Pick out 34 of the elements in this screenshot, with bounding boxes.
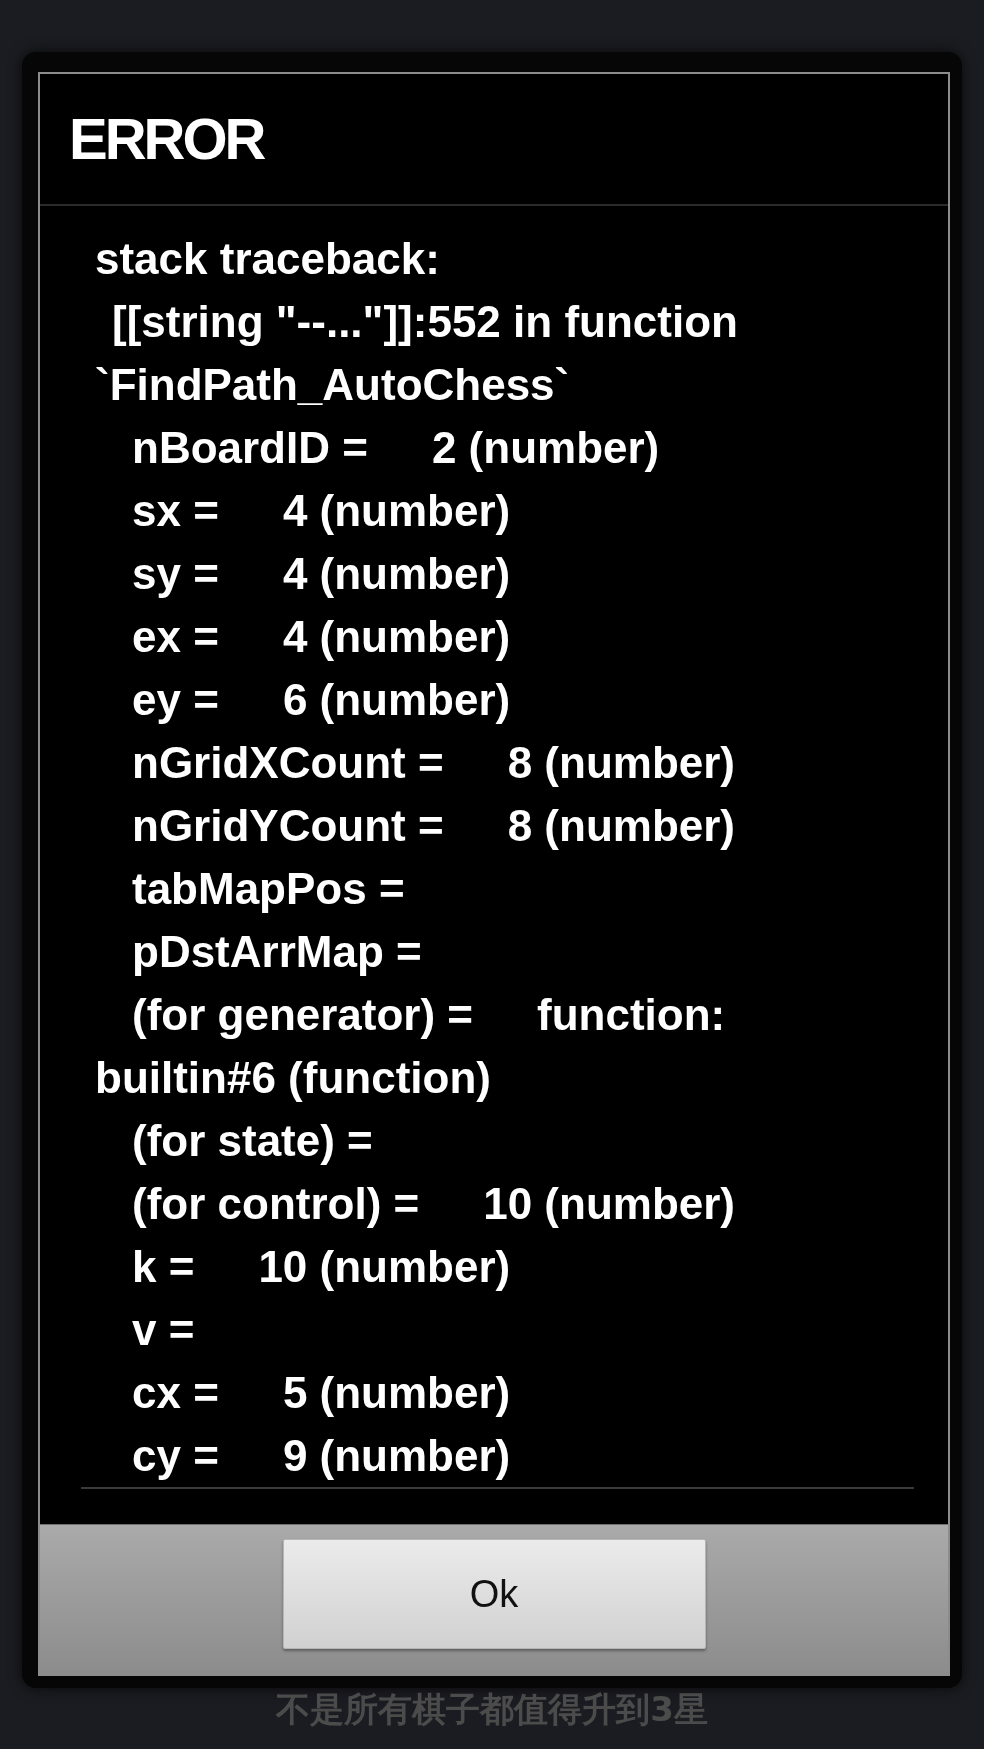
variable-name: (for generator) = <box>132 988 474 1041</box>
variable-name: pDstArrMap = <box>132 925 422 978</box>
variable-name: ex = <box>132 610 219 663</box>
ok-button[interactable]: Ok <box>282 1539 706 1649</box>
variable-value: 10 (number) <box>258 1240 511 1293</box>
variable-name: nBoardID = <box>132 421 368 474</box>
variable-value: 4 (number) <box>282 484 511 537</box>
traceback-line: `FindPath_AutoChess` <box>95 358 570 411</box>
variable-name: (for control) = <box>132 1177 420 1230</box>
variable-name: k = <box>132 1240 195 1293</box>
variable-name: ey = <box>132 673 219 726</box>
variable-value: 6 (number) <box>282 673 511 726</box>
traceback-line: builtin#6 (function) <box>95 1051 491 1104</box>
variable-name: cy = <box>132 1429 219 1482</box>
traceback-line: stack traceback: <box>95 232 440 285</box>
variable-name: v = <box>132 1303 195 1356</box>
variable-name: cx = <box>132 1366 219 1419</box>
variable-value: 10 (number) <box>483 1177 736 1230</box>
variable-value: 9 (number) <box>282 1429 511 1482</box>
variable-name: (for state) = <box>132 1114 373 1167</box>
variable-value: 2 (number) <box>431 421 660 474</box>
variable-name: tabMapPos = <box>132 862 405 915</box>
variable-name: nGridYCount = <box>132 799 444 852</box>
variable-value: 4 (number) <box>282 547 511 600</box>
dialog-title: ERROR <box>69 110 264 168</box>
variable-value: 5 (number) <box>282 1366 511 1419</box>
variable-name: nGridXCount = <box>132 736 444 789</box>
variable-value: 4 (number) <box>282 610 511 663</box>
traceback-line: [[string "--..."]]:552 in function <box>112 295 738 348</box>
variable-value: 8 (number) <box>507 736 735 789</box>
variable-value: 8 (number) <box>507 799 735 852</box>
variable-name: sy = <box>132 547 219 600</box>
variable-value: function: <box>537 988 726 1041</box>
variable-name: sx = <box>132 484 219 537</box>
